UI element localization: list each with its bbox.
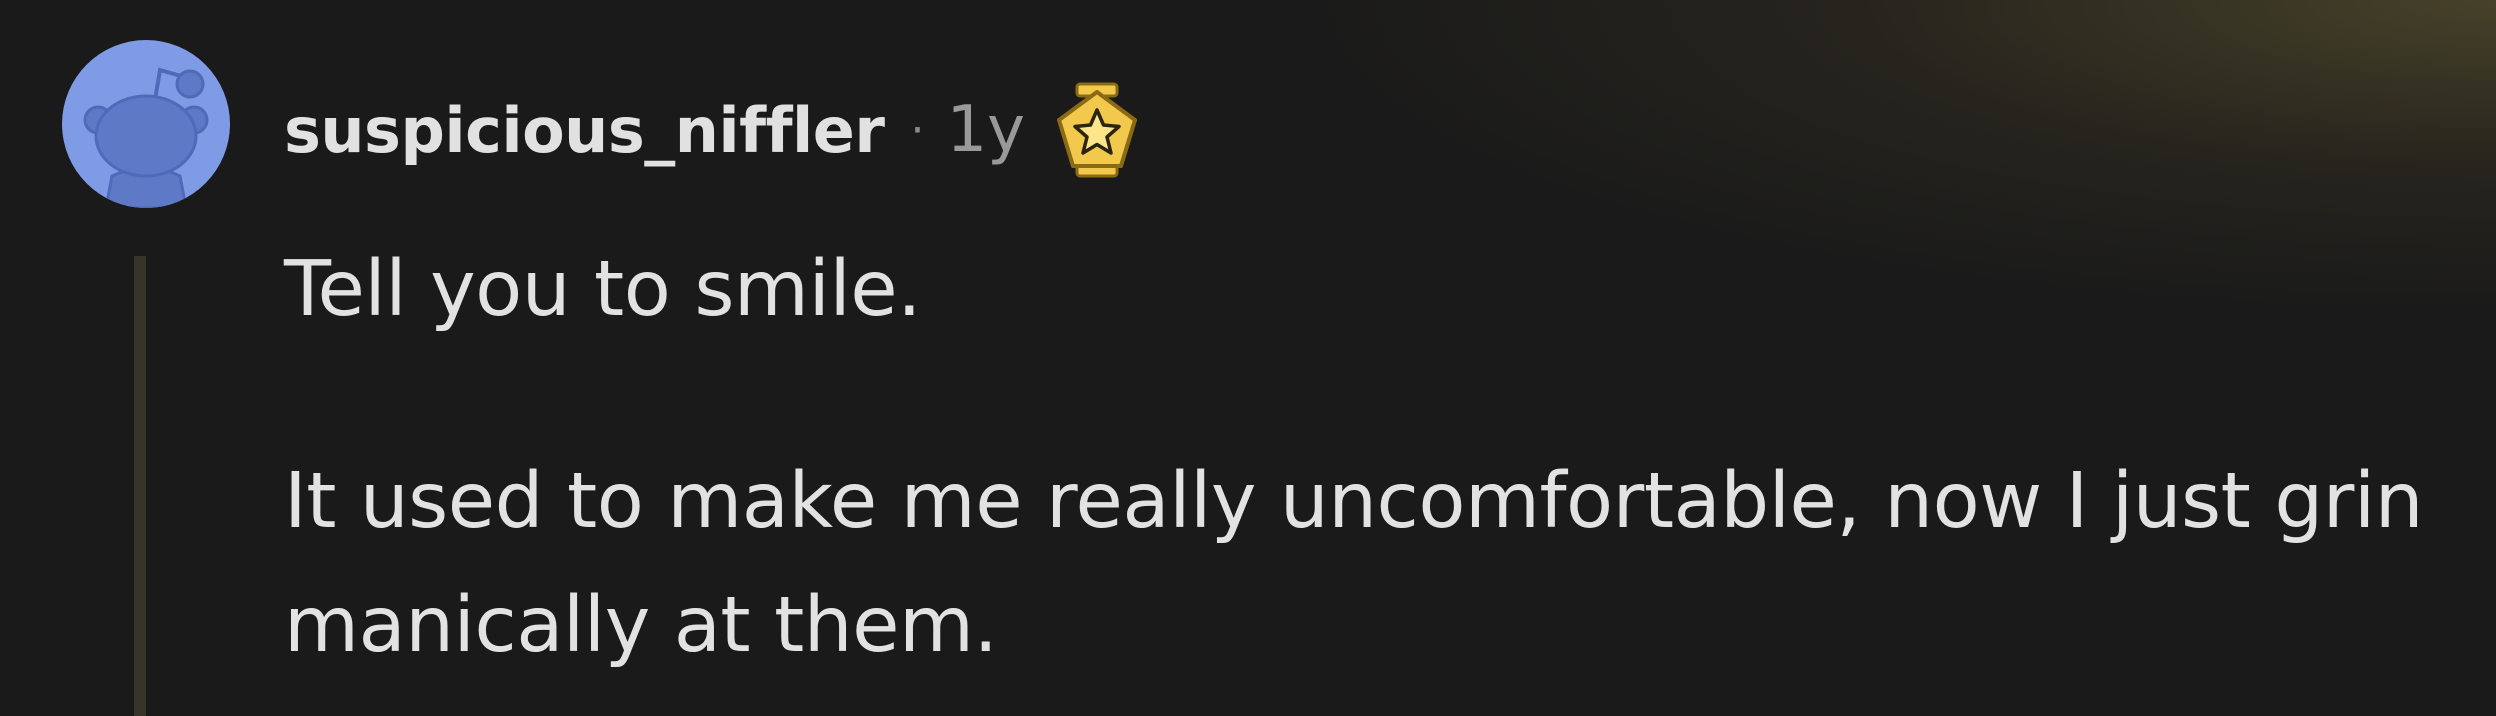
thread-line[interactable]: [134, 256, 146, 716]
comment-meta: suspicious_niffler · 1y: [284, 82, 1139, 178]
username-link[interactable]: suspicious_niffler: [284, 94, 885, 167]
comment-paragraph: Tell you to smile.: [284, 245, 922, 334]
snoo-avatar-icon: [83, 67, 209, 208]
comment-body: Tell you to smile. It used to make me re…: [284, 228, 2464, 688]
star-award-icon: [1057, 82, 1138, 178]
award-badge[interactable]: [1055, 82, 1139, 178]
meta-separator: ·: [910, 104, 925, 156]
user-avatar[interactable]: [62, 40, 230, 208]
comment-age: 1y: [946, 93, 1026, 167]
comment-paragraph: It used to make me really uncomfortable,…: [284, 457, 2424, 670]
